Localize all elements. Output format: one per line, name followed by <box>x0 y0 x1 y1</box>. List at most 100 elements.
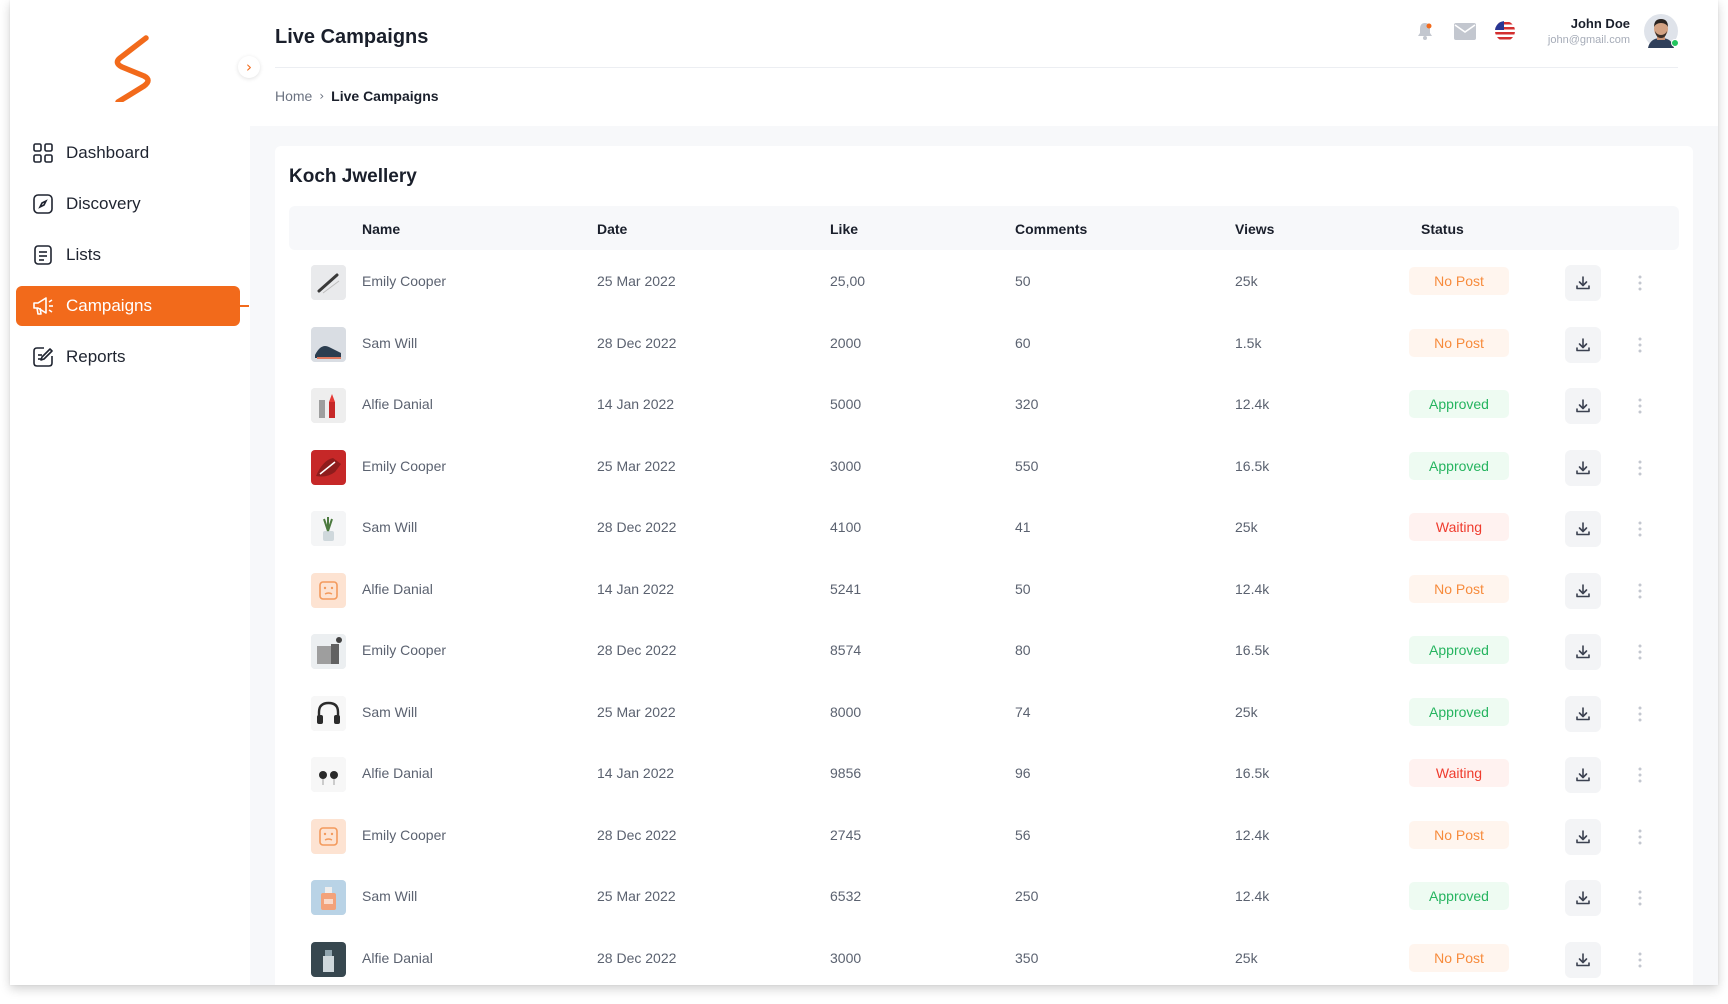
row-date: 28 Dec 2022 <box>597 949 677 966</box>
download-button[interactable] <box>1565 757 1601 793</box>
row-likes: 2000 <box>830 334 862 351</box>
more-vertical-icon <box>1638 890 1642 906</box>
more-vertical-icon <box>1638 829 1642 844</box>
download-button[interactable] <box>1565 265 1601 301</box>
download-button[interactable] <box>1565 941 1601 978</box>
row-date: 28 Dec 2022 <box>597 334 677 351</box>
download-button[interactable] <box>1565 880 1601 916</box>
download-button[interactable] <box>1565 818 1601 855</box>
us-flag-icon[interactable] <box>1492 18 1518 44</box>
sidebar-collapse-button[interactable]: › <box>238 56 260 78</box>
row-likes: 2745 <box>830 826 862 843</box>
row-name: Alfie Danial <box>362 949 433 966</box>
download-button[interactable] <box>1565 326 1601 363</box>
pen-product-thumbnail <box>311 265 346 300</box>
sidebar-item-reports[interactable]: Reports <box>16 337 240 377</box>
row-likes: 4100 <box>830 519 862 535</box>
column-header-date[interactable]: Date <box>597 221 627 237</box>
column-header-status[interactable]: Status <box>1421 221 1464 237</box>
download-button[interactable] <box>1565 634 1601 670</box>
sidebar-item-discovery[interactable]: Discovery <box>16 184 240 224</box>
brand-logo[interactable] <box>106 32 168 105</box>
grid-icon <box>32 142 54 164</box>
row-date: 25 Mar 2022 <box>597 457 676 474</box>
more-options-button[interactable] <box>1632 454 1648 482</box>
megaphone-icon <box>32 295 54 317</box>
download-button[interactable] <box>1565 449 1601 486</box>
row-comments: 50 <box>1015 273 1031 289</box>
more-options-button[interactable] <box>1632 761 1648 789</box>
more-options-button[interactable] <box>1632 577 1648 605</box>
more-options-button[interactable] <box>1632 946 1648 974</box>
row-likes: 3000 <box>830 949 862 966</box>
more-options-button[interactable] <box>1632 269 1648 297</box>
more-vertical-icon <box>1638 767 1642 783</box>
sidebar-nav: Dashboard Discovery Lists Campaigns Repo… <box>16 133 249 388</box>
more-options-button[interactable] <box>1632 700 1648 728</box>
more-vertical-icon <box>1638 952 1642 967</box>
status-badge: Waiting <box>1409 513 1509 541</box>
avatar[interactable] <box>1644 14 1679 48</box>
download-icon <box>1576 583 1590 597</box>
row-likes: 5000 <box>830 396 862 412</box>
table-row[interactable]: Alfie Danial 14 Jan 2022 5000 320 12.4k … <box>289 375 1679 437</box>
row-likes: 9856 <box>830 765 862 781</box>
download-icon <box>1576 399 1590 413</box>
row-views: 25k <box>1235 949 1258 966</box>
mail-icon[interactable] <box>1452 18 1478 44</box>
table-row[interactable]: Alfie Danial 14 Jan 2022 5241 50 12.4k N… <box>289 560 1679 622</box>
row-likes: 6532 <box>830 888 862 904</box>
more-vertical-icon <box>1638 521 1642 537</box>
table-row[interactable]: Alfie Danial 28 Dec 2022 3000 350 25k No… <box>289 929 1679 986</box>
campaign-card: Koch Jwellery Name Date Like Comments Vi… <box>275 146 1693 985</box>
column-header-comments[interactable]: Comments <box>1015 221 1087 237</box>
download-button[interactable] <box>1565 572 1601 609</box>
sidebar-item-dashboard[interactable]: Dashboard <box>16 133 240 173</box>
column-header-like[interactable]: Like <box>830 221 858 237</box>
sidebar-item-label: Reports <box>66 347 126 366</box>
user-info[interactable]: John Doe john@gmail.com <box>1548 16 1630 46</box>
table-row[interactable]: Sam Will 25 Mar 2022 8000 74 25k Approve… <box>289 683 1679 745</box>
table-row[interactable]: Sam Will 28 Dec 2022 4100 41 25k Waiting <box>289 498 1679 560</box>
row-name: Alfie Danial <box>362 580 433 597</box>
breadcrumb-current: Live Campaigns <box>331 88 439 104</box>
table-row[interactable]: Sam Will 25 Mar 2022 6532 250 12.4k Appr… <box>289 867 1679 929</box>
download-icon <box>1576 952 1590 966</box>
more-options-button[interactable] <box>1632 331 1648 359</box>
sidebar-item-lists[interactable]: Lists <box>16 235 240 275</box>
row-name: Sam Will <box>362 888 418 904</box>
table-row[interactable]: Sam Will 28 Dec 2022 2000 60 1.5k No Pos… <box>289 314 1679 376</box>
more-options-button[interactable] <box>1632 638 1648 666</box>
row-comments: 550 <box>1015 457 1039 474</box>
row-comments: 250 <box>1015 888 1039 904</box>
breadcrumb-home[interactable]: Home <box>275 88 312 104</box>
report-edit-icon <box>32 346 54 368</box>
download-button[interactable] <box>1565 388 1601 424</box>
download-icon <box>1576 768 1590 782</box>
more-options-button[interactable] <box>1632 884 1648 912</box>
more-options-button[interactable] <box>1632 392 1648 420</box>
more-vertical-icon <box>1638 460 1642 475</box>
sidebar-item-label: Lists <box>66 245 101 264</box>
row-name: Emily Cooper <box>362 826 447 843</box>
more-options-button[interactable] <box>1632 515 1648 543</box>
row-comments: 320 <box>1015 396 1039 412</box>
status-badge: Approved <box>1409 390 1509 418</box>
download-button[interactable] <box>1565 511 1601 547</box>
column-header-name[interactable]: Name <box>362 221 400 237</box>
table-row[interactable]: Emily Cooper 25 Mar 2022 25,00 50 25k No… <box>289 252 1679 314</box>
row-name: Sam Will <box>362 519 418 535</box>
download-icon <box>1576 276 1590 290</box>
table-row[interactable]: Emily Cooper 25 Mar 2022 3000 550 16.5k … <box>289 437 1679 499</box>
table-row[interactable]: Alfie Danial 14 Jan 2022 9856 96 16.5k W… <box>289 744 1679 806</box>
bell-icon[interactable] <box>1412 18 1438 44</box>
row-date: 25 Mar 2022 <box>597 273 676 289</box>
placeholder-face-thumbnail <box>311 572 346 608</box>
table-row[interactable]: Emily Cooper 28 Dec 2022 2745 56 12.4k N… <box>289 806 1679 868</box>
more-options-button[interactable] <box>1632 823 1648 851</box>
sidebar-item-campaigns[interactable]: Campaigns <box>16 286 249 326</box>
sidebar-item-label: Discovery <box>66 194 141 213</box>
table-row[interactable]: Emily Cooper 28 Dec 2022 8574 80 16.5k A… <box>289 621 1679 683</box>
download-button[interactable] <box>1565 695 1601 732</box>
column-header-views[interactable]: Views <box>1235 221 1274 237</box>
